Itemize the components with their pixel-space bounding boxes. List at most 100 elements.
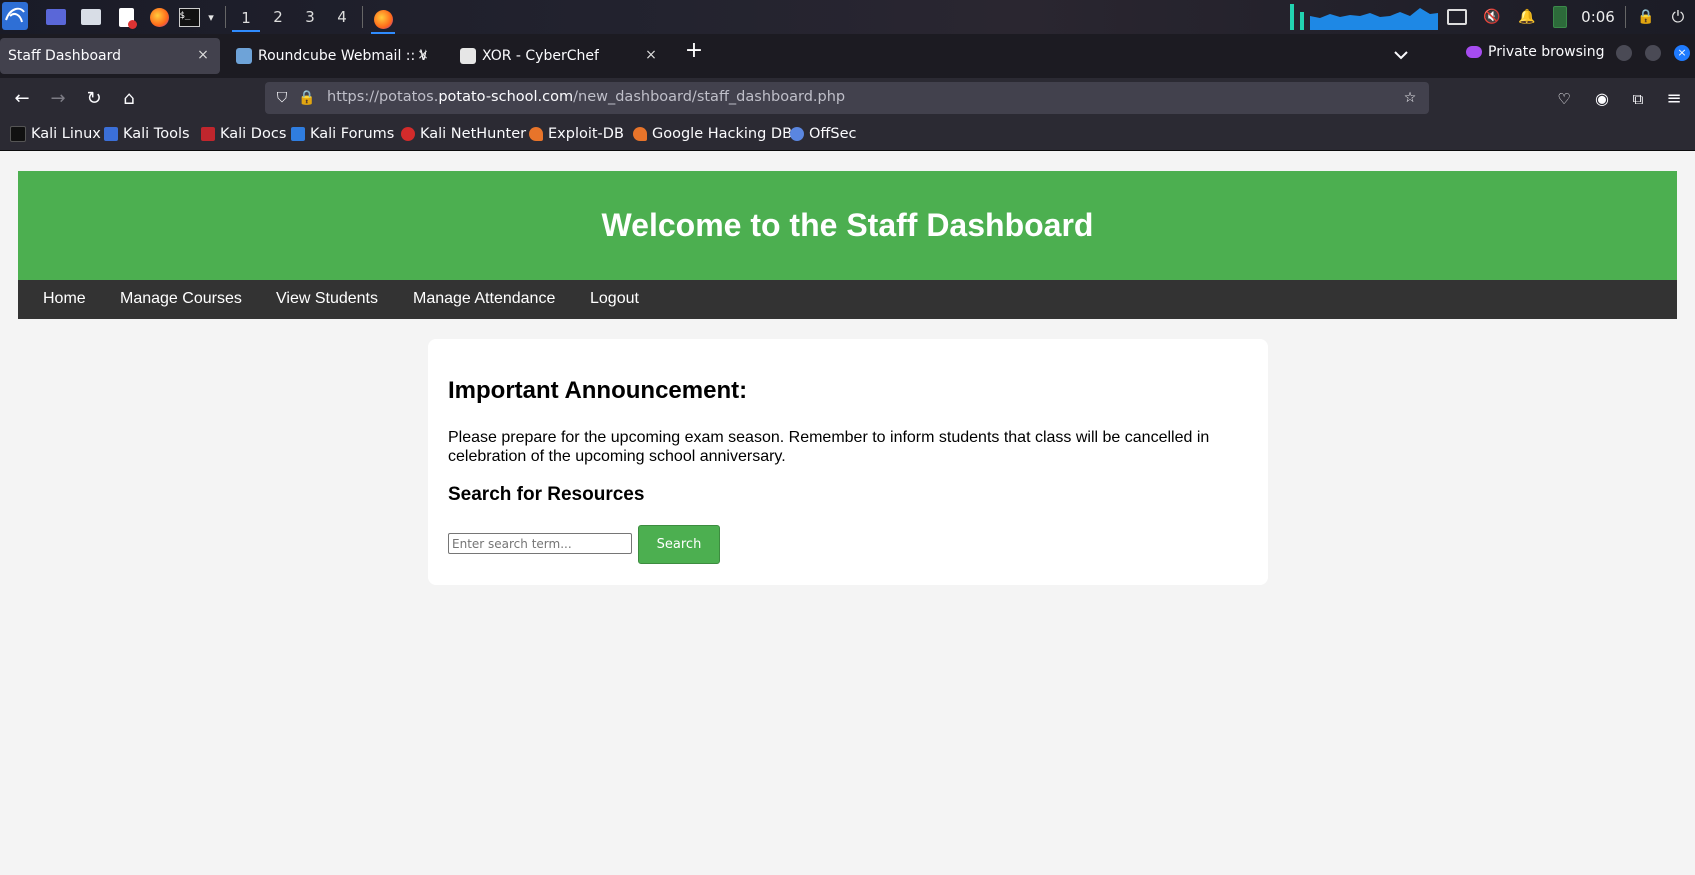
bookmark-kali-nethunter[interactable]: Kali NetHunter xyxy=(401,126,526,142)
url-path: /new_dashboard/staff_dashboard.php xyxy=(573,89,846,105)
maximize-button[interactable] xyxy=(1645,45,1661,61)
bookmark-star-icon[interactable]: ☆ xyxy=(1401,89,1419,107)
url-text[interactable]: https://potatos.potato-school.com/new_da… xyxy=(327,89,845,105)
workspace-3[interactable]: 3 xyxy=(296,6,324,28)
new-tab-button[interactable]: + xyxy=(682,40,706,64)
firefox-icon[interactable] xyxy=(148,6,170,28)
kali-tools-icon xyxy=(104,127,118,141)
bookmark-label: Exploit-DB xyxy=(548,126,624,142)
chevron-down-icon[interactable]: ▾ xyxy=(204,6,218,28)
announcement-heading: Important Announcement: xyxy=(448,377,748,404)
site-header: Welcome to the Staff Dashboard xyxy=(18,171,1677,280)
search-button[interactable]: Search xyxy=(638,525,720,564)
extensions-icon[interactable]: ⧉ xyxy=(1626,87,1650,111)
bookmarks-toolbar: Kali Linux Kali Tools Kali Docs Kali For… xyxy=(0,120,1695,151)
desktop-icon[interactable] xyxy=(44,6,68,28)
nav-logout[interactable]: Logout xyxy=(590,290,639,308)
bookmark-label: Google Hacking DB xyxy=(652,126,793,142)
url-host: potato-school.com xyxy=(438,89,574,105)
bookmark-kali-forums[interactable]: Kali Forums xyxy=(291,126,394,142)
offsec-icon xyxy=(790,127,804,141)
url-bar[interactable]: ⛉ 🔒 https://potatos.potato-school.com/ne… xyxy=(265,82,1429,114)
home-icon[interactable]: ⌂ xyxy=(117,87,141,111)
web-page: Welcome to the Staff Dashboard Home Mana… xyxy=(0,151,1695,875)
exploit-db-icon xyxy=(529,127,543,141)
window-close-button[interactable]: × xyxy=(1674,45,1690,61)
kali-nethunter-icon xyxy=(401,127,415,141)
close-icon[interactable]: × xyxy=(642,46,660,64)
close-icon[interactable]: × xyxy=(194,46,212,64)
clock[interactable]: 0:06 xyxy=(1578,6,1618,28)
roundcube-icon xyxy=(236,48,252,64)
back-icon[interactable]: ← xyxy=(10,87,34,111)
bookmark-label: OffSec xyxy=(809,126,857,142)
google-hacking-db-icon xyxy=(633,127,647,141)
minimize-button[interactable] xyxy=(1616,45,1632,61)
kali-forums-icon xyxy=(291,127,305,141)
kali-linux-icon xyxy=(10,126,26,142)
shield-icon[interactable]: ⛉ xyxy=(273,89,291,107)
workspace-1[interactable]: 1 xyxy=(232,6,260,32)
kali-docs-icon xyxy=(201,127,215,141)
mute-icon[interactable]: 🔇 xyxy=(1482,6,1502,28)
panel-separator xyxy=(225,6,226,28)
reload-icon[interactable]: ↻ xyxy=(82,87,106,111)
bookmark-label: Kali Linux xyxy=(31,126,101,142)
bookmark-label: Kali Tools xyxy=(123,126,190,142)
tab-staff-dashboard[interactable]: Staff Dashboard × xyxy=(0,38,220,74)
text-editor-icon[interactable] xyxy=(116,6,137,29)
url-prefix: https://potatos. xyxy=(327,89,439,105)
battery-icon[interactable] xyxy=(1552,6,1568,28)
chevron-down-icon xyxy=(1394,51,1408,60)
tab-strip: Staff Dashboard × Roundcube Webmail :: W… xyxy=(0,34,1695,78)
tab-title: Roundcube Webmail :: W xyxy=(258,48,426,64)
power-icon[interactable]: ⏻ xyxy=(1668,6,1688,28)
cpu-graph-icon xyxy=(1290,4,1438,30)
private-browsing-label: Private browsing xyxy=(1488,44,1605,60)
workspace-2[interactable]: 2 xyxy=(264,6,292,28)
bookmark-kali-tools[interactable]: Kali Tools xyxy=(104,126,190,142)
panel-separator xyxy=(362,6,363,28)
close-icon[interactable]: × xyxy=(414,46,432,64)
tab-roundcube[interactable]: Roundcube Webmail :: W × xyxy=(228,38,440,74)
lock-icon[interactable]: 🔒 xyxy=(298,89,316,107)
tab-title: XOR - CyberChef xyxy=(482,48,599,64)
hamburger-menu-icon[interactable]: ≡ xyxy=(1662,87,1686,111)
display-icon[interactable] xyxy=(1447,6,1467,28)
bookmark-kali-linux[interactable]: Kali Linux xyxy=(10,126,101,142)
nav-manage-courses[interactable]: Manage Courses xyxy=(120,290,242,308)
terminal-icon[interactable]: $_ xyxy=(178,6,200,28)
announcement-card: Important Announcement: Please prepare f… xyxy=(428,339,1268,585)
site-nav: Home Manage Courses View Students Manage… xyxy=(18,280,1677,319)
file-manager-icon[interactable] xyxy=(80,6,102,28)
search-input[interactable] xyxy=(448,533,632,554)
nav-home[interactable]: Home xyxy=(43,290,86,308)
system-panel: $_ ▾ 1 2 3 4 🔇 🔔 0:06 🔒 ⏻ xyxy=(0,0,1695,34)
page-title: Welcome to the Staff Dashboard xyxy=(601,207,1094,243)
bookmark-offsec[interactable]: OffSec xyxy=(790,126,857,142)
panel-separator xyxy=(1625,6,1626,28)
bookmark-kali-docs[interactable]: Kali Docs xyxy=(201,126,286,142)
lock-icon[interactable]: 🔒 xyxy=(1636,6,1656,28)
forward-icon[interactable]: → xyxy=(46,87,70,111)
tab-list-button[interactable] xyxy=(1390,44,1412,66)
search-heading: Search for Resources xyxy=(448,484,645,505)
kali-menu-icon[interactable] xyxy=(2,2,28,30)
nav-view-students[interactable]: View Students xyxy=(276,290,378,308)
bookmark-label: Kali NetHunter xyxy=(420,126,527,142)
bookmark-google-hacking-db[interactable]: Google Hacking DB xyxy=(633,126,792,142)
bell-icon[interactable]: 🔔 xyxy=(1518,6,1536,28)
bookmark-label: Kali Forums xyxy=(310,126,395,142)
workspace-4[interactable]: 4 xyxy=(328,6,356,28)
tab-cyberchef[interactable]: XOR - CyberChef × xyxy=(452,38,668,74)
bookmark-label: Kali Docs xyxy=(220,126,287,142)
pocket-icon[interactable]: ♡ xyxy=(1552,87,1576,111)
nav-manage-attendance[interactable]: Manage Attendance xyxy=(413,290,555,308)
bookmark-exploit-db[interactable]: Exploit-DB xyxy=(529,126,624,142)
private-browsing-indicator: Private browsing xyxy=(1466,44,1605,60)
private-mask-icon xyxy=(1466,46,1482,58)
firefox-task-icon[interactable] xyxy=(371,6,395,34)
navigation-toolbar: ← → ↻ ⌂ ⛉ 🔒 https://potatos.potato-schoo… xyxy=(0,78,1695,120)
cyberchef-icon xyxy=(460,48,476,64)
account-icon[interactable]: ◉ xyxy=(1590,87,1614,111)
